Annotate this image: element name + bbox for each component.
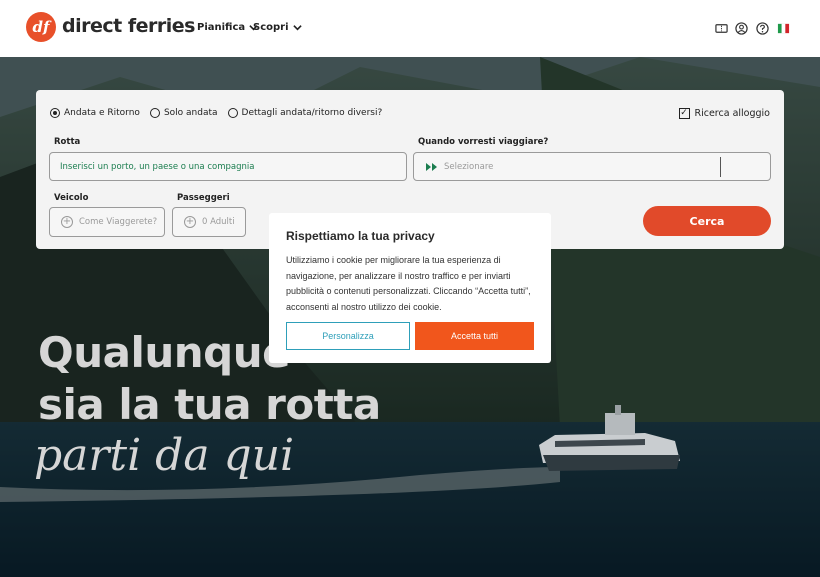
radio-dot	[50, 108, 60, 118]
italy-flag-icon[interactable]	[777, 22, 790, 35]
hero-line-3: parti da qui	[34, 430, 295, 481]
route-label: Rotta	[54, 137, 81, 147]
date-placeholder: Selezionare	[444, 161, 494, 172]
user-icon[interactable]	[735, 22, 748, 35]
nav-pianifica[interactable]: Pianifica	[197, 22, 258, 33]
customize-button[interactable]: Personalizza	[286, 322, 410, 350]
hero-line-1: Qualunque	[38, 328, 291, 377]
cookie-consent-modal: Rispettiamo la tua privacy Utilizziamo i…	[269, 213, 551, 363]
chevron-down-icon	[292, 25, 302, 31]
vehicle-label: Veicolo	[54, 193, 89, 203]
radio-dot	[149, 108, 160, 118]
help-icon[interactable]	[756, 22, 769, 35]
ticket-icon[interactable]	[715, 22, 728, 35]
search-button[interactable]: Cerca	[643, 206, 771, 236]
trip-type-options: Andata e Ritorno Solo andata Dettagli an…	[50, 108, 382, 118]
modal-title: Rispettiamo la tua privacy	[286, 229, 435, 243]
modal-body: Utilizziamo i cookie per migliorare la t…	[286, 255, 531, 312]
accept-all-button[interactable]: Accetta tutti	[415, 322, 534, 350]
fast-forward-icon	[426, 162, 437, 171]
checkmark-icon: ✓	[678, 108, 690, 119]
passengers-input[interactable]: + 0 Adulti	[172, 207, 246, 237]
accommodation-label: Ricerca alloggio	[694, 108, 771, 119]
radio-one-way-label: Solo andata	[163, 108, 218, 118]
radio-one-way[interactable]: Solo andata	[149, 108, 218, 118]
passengers-label: Passeggeri	[177, 193, 230, 203]
passengers-value: 0 Adulti	[202, 217, 235, 227]
vehicle-input[interactable]: + Come Viaggerete?	[49, 207, 165, 237]
date-divider	[720, 157, 721, 177]
plus-icon: +	[61, 216, 73, 228]
nav-scopri[interactable]: Scopri	[253, 22, 302, 33]
vehicle-placeholder: Come Viaggerete?	[79, 217, 158, 227]
radio-different-details[interactable]: Dettagli andata/ritorno diversi?	[227, 108, 383, 118]
plus-icon: +	[184, 216, 196, 228]
when-label: Quando vorresti viaggiare?	[418, 137, 549, 147]
date-input[interactable]: Selezionare	[413, 152, 771, 181]
nav-scopri-label: Scopri	[253, 22, 289, 33]
logo-text[interactable]: direct ferries	[62, 15, 195, 37]
hero-line-2: sia la tua rotta	[38, 380, 381, 429]
radio-different-details-label: Dettagli andata/ritorno diversi?	[241, 108, 383, 118]
accommodation-checkbox[interactable]: ✓ Ricerca alloggio	[678, 108, 771, 119]
logo-badge[interactable]: df	[26, 12, 56, 42]
site-header: df direct ferries Pianifica Scopri	[0, 0, 820, 57]
route-placeholder: Inserisci un porto, un paese o una compa…	[60, 161, 255, 172]
route-input[interactable]: Inserisci un porto, un paese o una compa…	[49, 152, 407, 181]
radio-round-trip[interactable]: Andata e Ritorno	[50, 108, 140, 118]
radio-round-trip-label: Andata e Ritorno	[64, 108, 140, 118]
radio-dot	[227, 108, 238, 118]
ferry-image	[539, 405, 680, 471]
nav-pianifica-label: Pianifica	[197, 22, 246, 33]
